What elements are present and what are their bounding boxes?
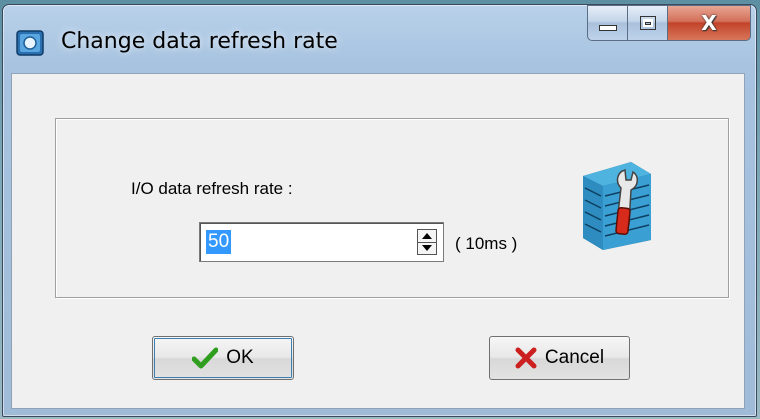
maximize-button[interactable]: [627, 5, 667, 41]
title-bar[interactable]: Change data refresh rate X: [3, 5, 756, 77]
cancel-button-label: Cancel: [544, 347, 605, 368]
unit-label: ( 10ms ): [455, 234, 518, 253]
refresh-rate-label: I/O data refresh rate :: [131, 179, 293, 198]
ok-button[interactable]: OK: [152, 336, 294, 380]
spin-buttons: [417, 229, 437, 255]
refresh-rate-input[interactable]: 50: [206, 230, 232, 254]
x-cross-icon: [515, 347, 537, 369]
caption-buttons: X: [587, 5, 751, 41]
maximize-icon: [639, 16, 656, 30]
settings-tool-icon: [583, 162, 651, 250]
arrow-up-icon: [422, 233, 432, 239]
arrow-down-icon: [422, 245, 432, 251]
window-title: Change data refresh rate: [61, 29, 338, 54]
spin-down-button[interactable]: [418, 242, 436, 254]
refresh-rate-spinbox[interactable]: 50: [199, 222, 444, 262]
ok-button-label: OK: [226, 347, 254, 368]
minimize-button[interactable]: [587, 5, 627, 41]
dialog-window: Change data refresh rate X I/O data refr…: [2, 4, 757, 417]
checkmark-icon: [192, 347, 219, 369]
minimize-icon: [598, 25, 617, 31]
app-icon: [16, 30, 44, 56]
dialog-client-area: I/O data refresh rate : 50 ( 10ms ) OK C…: [11, 73, 745, 409]
cancel-button[interactable]: Cancel: [489, 336, 630, 380]
close-button[interactable]: X: [667, 5, 751, 41]
close-icon: X: [701, 11, 717, 35]
